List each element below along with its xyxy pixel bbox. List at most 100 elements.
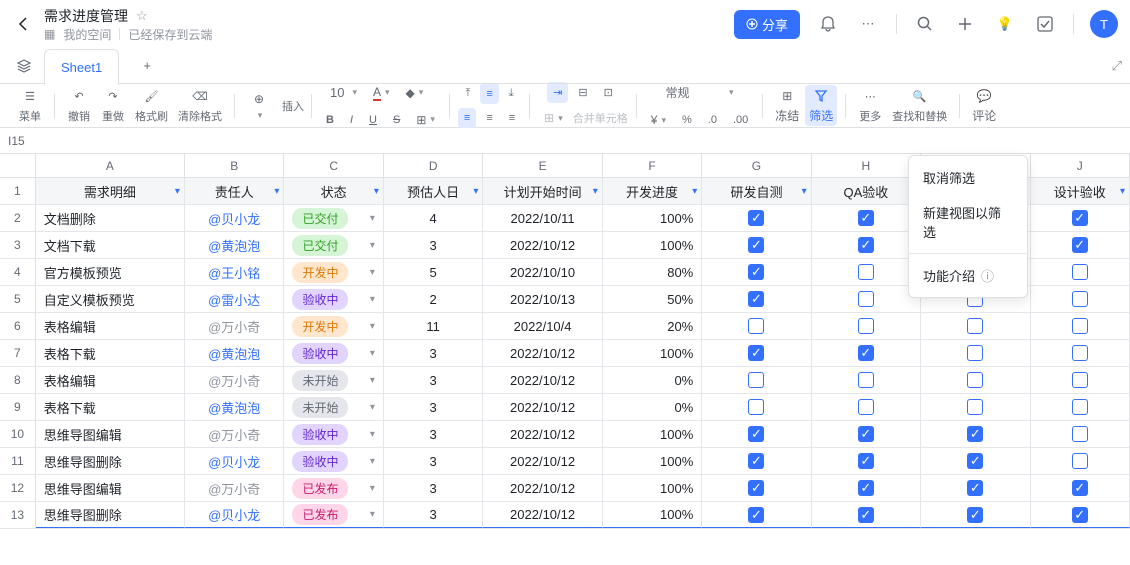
cell-status[interactable]: 未开始▾	[284, 394, 383, 420]
checkbox-icon[interactable]: ✓	[1072, 210, 1088, 226]
strike-button[interactable]: S	[387, 109, 406, 131]
checkbox-icon[interactable]: ✓	[858, 507, 874, 523]
checkbox-icon[interactable]: ✓	[858, 453, 874, 469]
undo-button[interactable]: ↶撤销	[63, 86, 95, 126]
cell-owner[interactable]: @贝小龙	[185, 205, 284, 231]
row-header[interactable]: 1	[0, 178, 36, 204]
halign-left-button[interactable]: ≡	[458, 108, 476, 128]
cell-status[interactable]: 开发中▾	[284, 313, 383, 339]
cell-days[interactable]: 3	[384, 475, 483, 501]
chevron-down-icon[interactable]: ▾	[370, 402, 375, 413]
mention[interactable]: @黄泡泡	[208, 236, 260, 255]
cell-days[interactable]: 3	[384, 421, 483, 447]
checkbox-icon[interactable]: ✓	[1072, 480, 1088, 496]
checkbox-icon[interactable]: ✓	[1072, 237, 1088, 253]
plus-icon[interactable]	[953, 12, 977, 36]
cell-status[interactable]: 验收中▾	[284, 421, 383, 447]
checkbox-icon[interactable]	[1072, 291, 1088, 307]
cell-date[interactable]: 2022/10/4	[483, 313, 602, 339]
cell-check[interactable]: ✓	[1031, 205, 1130, 231]
cell-check[interactable]: ✓	[921, 502, 1030, 528]
cell-req[interactable]: 思维导图删除	[36, 502, 185, 528]
insert-button[interactable]: ⊕▾	[243, 88, 275, 123]
checkbox-icon[interactable]	[858, 399, 874, 415]
comment-button[interactable]: 💬评论	[968, 85, 1000, 126]
cell-owner[interactable]: @黄泡泡	[185, 232, 284, 258]
cell-owner[interactable]: @贝小龙	[185, 502, 284, 528]
cell-status[interactable]: 验收中▾	[284, 286, 383, 312]
cell-req[interactable]: 表格编辑	[36, 313, 185, 339]
cell-status[interactable]: 已交付▾	[284, 205, 383, 231]
cell-days[interactable]: 3	[384, 448, 483, 474]
cell-check[interactable]: ✓	[702, 232, 811, 258]
checkbox-icon[interactable]: ✓	[748, 291, 764, 307]
checkbox-icon[interactable]	[967, 345, 983, 361]
checkbox-icon[interactable]	[967, 372, 983, 388]
chevron-down-icon[interactable]: ▾	[370, 240, 375, 251]
cell-date[interactable]: 2022/10/12	[483, 421, 602, 447]
filter-icon[interactable]: ▾	[274, 186, 279, 197]
col-header[interactable]: C	[284, 154, 383, 177]
cell-check[interactable]: ✓	[812, 205, 921, 231]
mention[interactable]: @万小奇	[208, 479, 260, 498]
checkbox-icon[interactable]: ✓	[748, 345, 764, 361]
checkbox-icon[interactable]	[1072, 264, 1088, 280]
cell-req[interactable]: 表格下载	[36, 340, 185, 366]
cell-days[interactable]: 5	[384, 259, 483, 285]
cell-owner[interactable]: @万小奇	[185, 475, 284, 501]
underline-button[interactable]: U	[363, 109, 383, 131]
cell-days[interactable]: 3	[384, 232, 483, 258]
cell-check[interactable]	[921, 340, 1030, 366]
row-header[interactable]: 8	[0, 367, 36, 393]
cell-progress[interactable]: 100%	[603, 232, 702, 258]
cell-days[interactable]: 3	[384, 367, 483, 393]
cell-check[interactable]: ✓	[921, 448, 1030, 474]
cell-owner[interactable]: @万小奇	[185, 421, 284, 447]
decimal-inc-button[interactable]: .00	[727, 109, 754, 131]
checkbox-icon[interactable]: ✓	[748, 480, 764, 496]
cell-owner[interactable]: @贝小龙	[185, 448, 284, 474]
cell-date[interactable]: 2022/10/10	[483, 259, 602, 285]
cell-check[interactable]	[812, 313, 921, 339]
row-header[interactable]: 10	[0, 421, 36, 447]
cell-req[interactable]: 思维导图编辑	[36, 421, 185, 447]
cell-date[interactable]: 2022/10/12	[483, 367, 602, 393]
checkbox-icon[interactable]: ✓	[748, 210, 764, 226]
share-button[interactable]: 分享	[734, 10, 800, 39]
cell-check[interactable]: ✓	[702, 205, 811, 231]
mention[interactable]: @万小奇	[208, 371, 260, 390]
fontsize-select[interactable]: 10▾	[320, 81, 363, 105]
cell-check[interactable]	[1031, 313, 1130, 339]
checkbox-icon[interactable]: ✓	[858, 426, 874, 442]
cell-check[interactable]	[812, 286, 921, 312]
checkbox-icon[interactable]: ✓	[858, 480, 874, 496]
folder-name[interactable]: 我的空间	[63, 26, 111, 43]
wrap-clip-button[interactable]: ⊟	[572, 82, 593, 103]
cell-check[interactable]	[812, 394, 921, 420]
filter-icon[interactable]: ▾	[1120, 186, 1125, 197]
cell-status[interactable]: 未开始▾	[284, 367, 383, 393]
col-header[interactable]: J	[1031, 154, 1130, 177]
cell-req[interactable]: 官方模板预览	[36, 259, 185, 285]
chevron-down-icon[interactable]: ▾	[370, 348, 375, 359]
cell-check[interactable]	[921, 367, 1030, 393]
mention[interactable]: @雷小达	[208, 290, 260, 309]
cell-progress[interactable]: 100%	[603, 205, 702, 231]
cell-date[interactable]: 2022/10/12	[483, 475, 602, 501]
checkbox-icon[interactable]	[1072, 453, 1088, 469]
cell-days[interactable]: 3	[384, 340, 483, 366]
fill-color-button[interactable]: ◆▾	[400, 81, 430, 105]
checkbox-icon[interactable]	[967, 399, 983, 415]
mention[interactable]: @万小奇	[208, 425, 260, 444]
cell-days[interactable]: 4	[384, 205, 483, 231]
checkbox-icon[interactable]	[858, 264, 874, 280]
checkbox-icon[interactable]	[858, 372, 874, 388]
cell-check[interactable]: ✓	[812, 475, 921, 501]
cell-days[interactable]: 2	[384, 286, 483, 312]
cell-owner[interactable]: @雷小达	[185, 286, 284, 312]
more-button[interactable]: ⋯更多	[854, 86, 886, 126]
checkbox-icon[interactable]: ✓	[967, 453, 983, 469]
cell-progress[interactable]: 100%	[603, 502, 702, 528]
cell-check[interactable]	[1031, 394, 1130, 420]
cell-check[interactable]	[702, 394, 811, 420]
